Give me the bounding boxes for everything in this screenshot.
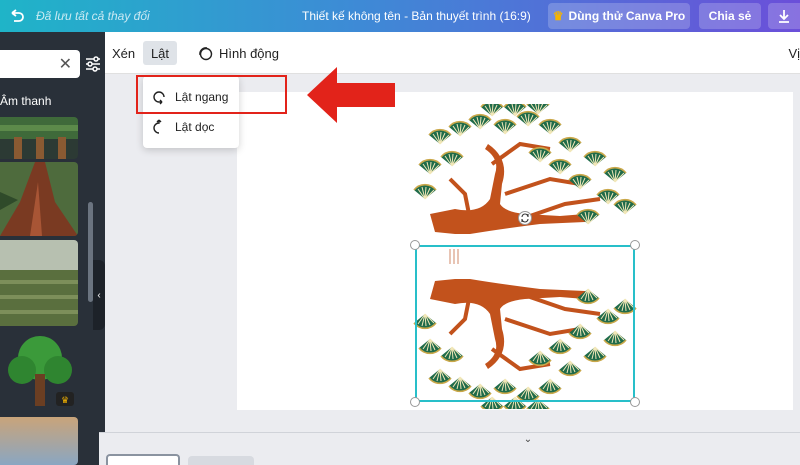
tab-audio[interactable]: Âm thanh	[0, 94, 51, 108]
forest-image	[0, 117, 78, 159]
highlight-box	[136, 75, 287, 114]
left-panel: ✕ Âm thanh ♛	[0, 32, 105, 465]
save-status: Đã lưu tất cả thay đổi	[36, 9, 150, 23]
animate-button[interactable]: Hình động	[197, 45, 279, 61]
sky-image	[0, 417, 78, 465]
resize-handle-bottom-left[interactable]	[410, 397, 420, 407]
flip-button[interactable]: Lật	[143, 41, 177, 65]
field-image	[0, 240, 78, 326]
resize-handle-top-right[interactable]	[630, 240, 640, 250]
red-arrow-icon	[307, 67, 395, 123]
chevron-down-icon[interactable]: ⌄	[510, 434, 546, 446]
selection-box[interactable]	[415, 245, 635, 402]
image-thumbnail[interactable]	[0, 240, 78, 326]
collapse-panel-button[interactable]: ‹	[93, 260, 105, 330]
clear-search-icon[interactable]: ✕	[59, 54, 72, 74]
add-page-thumbnail[interactable]	[188, 456, 254, 465]
svg-text:♛: ♛	[61, 396, 69, 406]
editor-toolbar: Xén Lật Hình động Vị	[105, 32, 800, 74]
try-pro-label: Dùng thử Canva Pro	[568, 9, 686, 23]
download-button[interactable]	[768, 3, 800, 29]
cartoon-tree-image: ♛	[8, 336, 74, 406]
page-thumbnail[interactable]	[106, 454, 180, 465]
tree-trunk-image	[0, 162, 78, 236]
flip-label: Lật	[150, 45, 170, 61]
chevron-left-icon: ‹	[97, 289, 101, 301]
crop-button[interactable]: Xén	[112, 46, 135, 61]
animate-icon	[199, 47, 213, 61]
flip-vertical-label: Lật dọc	[175, 120, 215, 134]
flip-vertical-item[interactable]: Lật dọc	[151, 114, 214, 140]
crown-icon: ♛	[552, 9, 564, 23]
animate-label: Hình động	[219, 45, 279, 61]
download-icon	[779, 10, 789, 23]
flip-vertical-icon	[153, 119, 162, 134]
share-button[interactable]: Chia sẻ	[699, 3, 761, 29]
rotate-icon[interactable]	[518, 211, 532, 225]
workspace-scrollbar[interactable]	[793, 74, 800, 432]
resize-handle-top-left[interactable]	[410, 240, 420, 250]
filter-icon[interactable]	[84, 54, 102, 74]
image-thumbnail[interactable]: ♛	[0, 330, 78, 410]
image-thumbnail[interactable]	[0, 417, 78, 465]
image-thumbnail[interactable]	[0, 162, 78, 236]
undo-icon[interactable]	[8, 7, 26, 25]
tab-audio-label: Âm thanh	[0, 94, 52, 108]
image-thumbnail[interactable]	[0, 117, 78, 159]
resize-handle-bottom-right[interactable]	[630, 397, 640, 407]
position-button[interactable]: Vị	[788, 46, 800, 61]
search-input[interactable]: ✕	[0, 50, 80, 78]
document-title[interactable]: Thiết kế không tên - Bản thuyết trình (1…	[302, 9, 531, 23]
try-pro-button[interactable]: ♛ Dùng thử Canva Pro	[548, 3, 690, 29]
top-bar: Đã lưu tất cả thay đổi Thiết kế không tê…	[0, 0, 800, 32]
